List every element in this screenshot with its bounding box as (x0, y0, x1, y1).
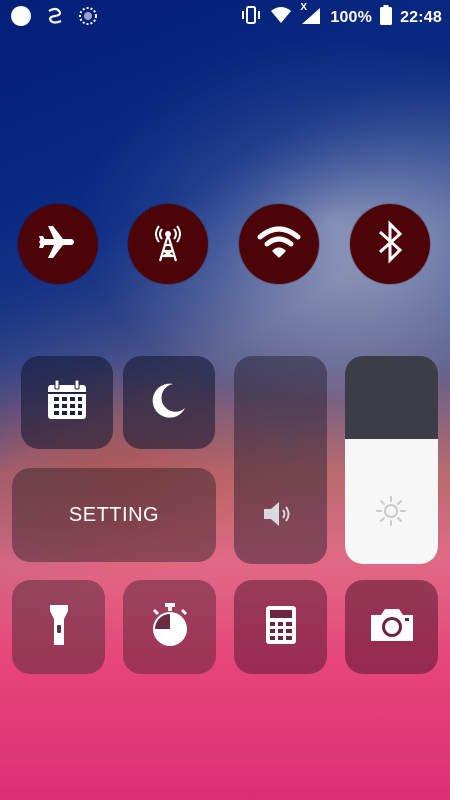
wifi-toggle[interactable] (239, 204, 319, 284)
calendar-icon (45, 378, 89, 427)
network-badge: X (300, 2, 308, 13)
battery-icon (380, 5, 393, 30)
flashlight-icon (47, 603, 71, 652)
bluetooth-toggle[interactable] (350, 204, 430, 284)
calculator-button[interactable] (234, 580, 327, 674)
wifi-icon (257, 225, 301, 264)
vibrate-icon (240, 5, 262, 30)
sun-icon (375, 495, 407, 532)
airplane-icon (36, 220, 80, 269)
moon-icon (149, 380, 189, 425)
calculator-icon (265, 605, 297, 650)
airplane-toggle[interactable] (18, 204, 98, 284)
battery-percent: 100% (330, 8, 373, 26)
timer-button[interactable] (123, 580, 216, 674)
setting-button[interactable]: SETTING (12, 468, 216, 562)
signal-icon: X (300, 2, 322, 30)
bluetooth-icon (375, 219, 405, 269)
camera-button[interactable] (345, 580, 438, 674)
flashlight-button[interactable] (12, 580, 105, 674)
wifi-icon (270, 6, 292, 29)
camera-icon (369, 607, 415, 648)
brightness-slider[interactable] (345, 356, 438, 564)
antenna-icon (148, 221, 188, 268)
status-bar: X 100% 22:48 (0, 0, 450, 32)
calendar-tile[interactable] (21, 356, 113, 449)
connectivity-toggles (0, 204, 450, 286)
route-icon (46, 5, 64, 32)
cellular-toggle[interactable] (128, 204, 208, 284)
volume-slider[interactable] (234, 356, 327, 564)
circle-icon (10, 5, 32, 32)
do-not-disturb-tile[interactable] (123, 356, 215, 449)
clock: 22:48 (400, 8, 442, 26)
speaker-icon (262, 499, 296, 534)
setting-label: SETTING (68, 503, 160, 526)
sync-icon (78, 6, 98, 31)
timer-icon (148, 602, 192, 653)
